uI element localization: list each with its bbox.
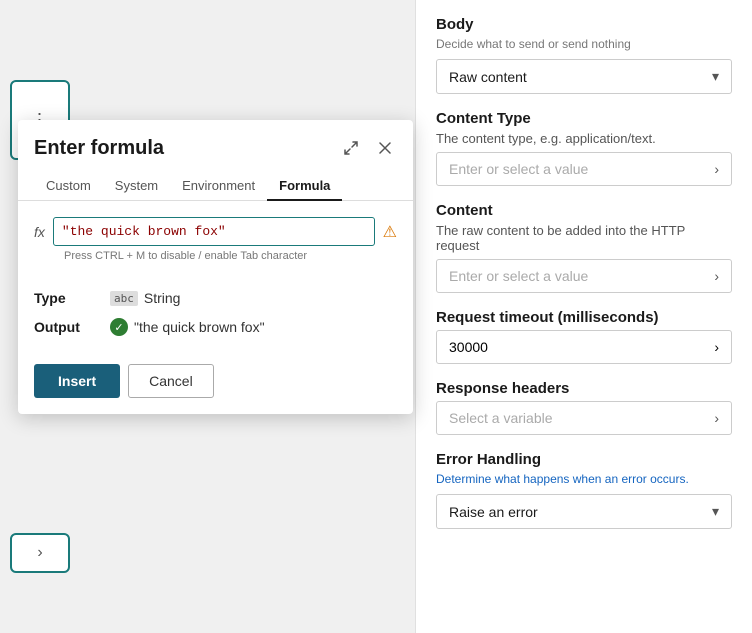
error-handling-subtitle: Determine what happens when an error occ… — [436, 472, 732, 486]
output-value-text: "the quick brown fox" — [134, 319, 265, 335]
content-type-arrow-icon: › — [714, 161, 719, 177]
request-timeout-title: Request timeout (milliseconds) — [436, 309, 732, 326]
response-headers-arrow-icon: › — [714, 410, 719, 426]
content-field[interactable]: Enter or select a value › — [436, 259, 732, 293]
output-label: Output — [34, 319, 94, 335]
request-timeout-arrow-icon: › — [714, 339, 719, 355]
error-handling-selected: Raise an error — [449, 504, 538, 520]
content-type-title: Content Type — [436, 110, 732, 127]
node-arrow: › — [37, 544, 42, 562]
cancel-button[interactable]: Cancel — [128, 364, 214, 398]
tab-environment[interactable]: Environment — [170, 172, 267, 201]
content-subtitle: The raw content to be added into the HTT… — [436, 223, 732, 253]
response-headers-placeholder: Select a variable — [449, 410, 553, 426]
tab-formula[interactable]: Formula — [267, 172, 342, 201]
tab-custom[interactable]: Custom — [34, 172, 103, 201]
body-chevron-icon: ▾ — [712, 68, 719, 85]
close-icon[interactable] — [373, 136, 397, 160]
type-row: Type abc String — [34, 290, 397, 306]
response-headers-field[interactable]: Select a variable › — [436, 401, 732, 435]
content-type-field[interactable]: Enter or select a value › — [436, 152, 732, 186]
check-icon: ✓ — [110, 318, 128, 336]
type-label: Type — [34, 290, 94, 306]
output-value: ✓ "the quick brown fox" — [110, 318, 265, 336]
error-handling-dropdown[interactable]: Raise an error ▾ — [436, 494, 732, 529]
fx-label: fx — [34, 224, 45, 240]
canvas-area: ⋮ › Enter formula Custom S — [0, 0, 415, 633]
dialog-header-icons — [339, 136, 397, 160]
dialog-tabs: Custom System Environment Formula — [18, 160, 413, 201]
body-selected-value: Raw content — [449, 69, 527, 85]
enter-formula-dialog: Enter formula Custom System Environment … — [18, 120, 413, 414]
type-icon: abc — [110, 291, 138, 306]
body-dropdown[interactable]: Raw content ▾ — [436, 59, 732, 94]
formula-area: fx ⚠ Press CTRL + M to disable / enable … — [18, 201, 413, 278]
response-headers-title: Response headers — [436, 380, 732, 397]
formula-input[interactable] — [53, 217, 375, 246]
content-type-placeholder: Enter or select a value — [449, 161, 588, 177]
type-value: abc String — [110, 290, 180, 306]
formula-hint: Press CTRL + M to disable / enable Tab c… — [34, 250, 397, 262]
content-arrow-icon: › — [714, 268, 719, 284]
content-placeholder: Enter or select a value — [449, 268, 588, 284]
formula-meta: Type abc String Output ✓ "the quick brow… — [18, 278, 413, 348]
error-handling-chevron-icon: ▾ — [712, 503, 719, 520]
type-value-text: String — [144, 290, 181, 306]
formula-input-row: fx ⚠ — [34, 217, 397, 246]
content-type-subtitle: The content type, e.g. application/text. — [436, 131, 732, 146]
body-title: Body — [436, 16, 732, 33]
request-timeout-value: 30000 — [449, 339, 488, 355]
dialog-footer: Insert Cancel — [18, 348, 413, 414]
request-timeout-field[interactable]: 30000 › — [436, 330, 732, 364]
content-title: Content — [436, 202, 732, 219]
dialog-title: Enter formula — [34, 137, 164, 160]
error-handling-subtitle-text: Determine what happens when an error occ… — [436, 472, 689, 486]
output-row: Output ✓ "the quick brown fox" — [34, 318, 397, 336]
dialog-header: Enter formula — [18, 120, 413, 160]
expand-icon[interactable] — [339, 136, 363, 160]
info-icon: ⚠ — [383, 222, 397, 242]
tab-system[interactable]: System — [103, 172, 170, 201]
error-handling-title: Error Handling — [436, 451, 732, 468]
right-panel: Body Decide what to send or send nothing… — [415, 0, 752, 633]
insert-button[interactable]: Insert — [34, 364, 120, 398]
canvas-node-bottom: › — [10, 533, 70, 573]
body-subtitle: Decide what to send or send nothing — [436, 37, 732, 51]
